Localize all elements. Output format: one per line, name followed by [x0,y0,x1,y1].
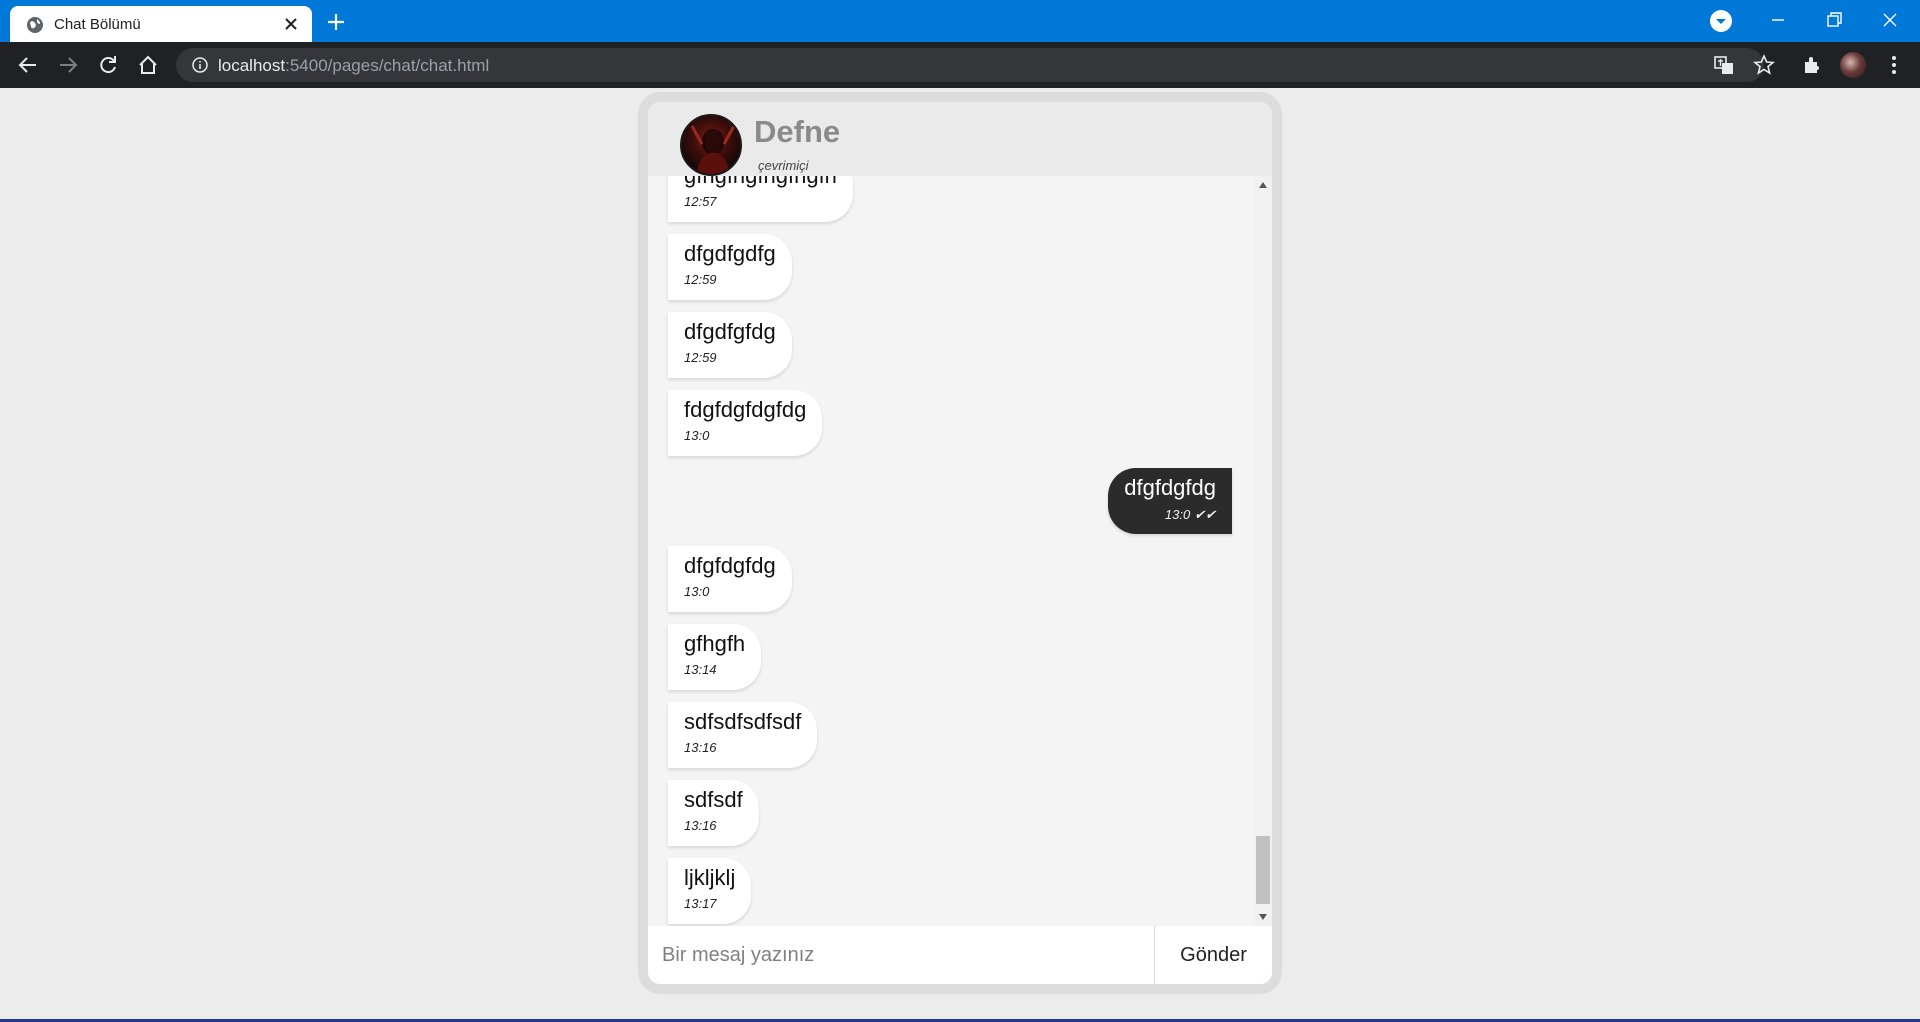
chat-header: Defne çevrimiçi [648,102,1272,176]
incoming-message: dfgdfgdfg 12:59 [668,234,792,300]
scroll-down-arrow-icon[interactable] [1259,914,1267,920]
forward-arrow-icon[interactable] [56,53,80,77]
url-text: localhost:5400/pages/chat/chat.html [218,56,489,76]
message-time: 12:59 [684,272,717,287]
message-time: 13:16 [684,740,717,755]
new-tab-icon[interactable] [324,10,348,34]
message-list[interactable]: gfhgfhgfhgfhgfh 12:57 dfgdfgdfg 12:59 df… [648,176,1272,926]
translate-icon[interactable] [1712,53,1736,77]
message-scrollbar[interactable] [1254,176,1272,926]
outgoing-message: dfgfdgfdg 13:0 ✔✔ [1108,468,1232,534]
message-time: 13:0 [1164,507,1191,522]
incoming-message: dfgfdgfdg 13:0 [668,546,792,612]
bookmark-star-icon[interactable] [1752,53,1776,77]
message-text: ljkljklj [684,865,736,890]
browser-tab[interactable]: Chat Bölümü [10,6,312,42]
message-meta: 13:0 ✔✔ [1124,506,1216,524]
message-time: 13:0 [684,428,710,443]
message-time: 13:0 [684,584,710,599]
message-text: dfgdfgfdg [684,319,776,344]
message-text: sdfsdfsdfsdf [684,709,802,734]
scrollbar-thumb[interactable] [1256,836,1270,904]
message-text: fdgfdgfdgfdg [684,397,807,422]
tab-search-dropdown[interactable] [1710,10,1732,32]
incoming-message: fdgfdgfdgfdg 13:0 [668,390,823,456]
url-path: :5400/pages/chat/chat.html [285,56,490,75]
message-text: dfgfdgfdg [1124,475,1216,500]
send-button[interactable]: Gönder [1154,926,1272,984]
message-time: 12:57 [684,194,717,209]
incoming-message: gfhgfh 13:14 [668,624,762,690]
chat-window: Defne çevrimiçi gfhgfhgfhgfhgfh 12:57 df… [638,92,1282,994]
message-time: 12:59 [684,350,717,365]
extensions-puzzle-icon[interactable] [1800,53,1824,77]
incoming-message: ljkljklj 13:17 [668,858,752,924]
chevron-down-icon [1716,19,1726,24]
incoming-message: dfgdfgfdg 12:59 [668,312,792,378]
contact-avatar[interactable] [680,114,742,176]
message-time: 13:16 [684,818,717,833]
url-host: localhost [218,56,286,75]
incoming-message: gfhgfhgfhgfhgfh 12:57 [668,176,853,222]
message-input[interactable] [648,926,1154,984]
message-text: gfhgfhgfhgfhgfh [684,176,837,189]
profile-avatar[interactable] [1840,52,1866,78]
incoming-message: sdfsdfsdfsdf 13:16 [668,702,818,768]
read-ticks-icon: ✔✔ [1194,507,1216,522]
avatar-image [690,125,736,174]
incoming-message: sdfsdf 13:16 [668,780,759,846]
message-text: dfgdfgdfg [684,241,776,266]
address-bar[interactable]: localhost:5400/pages/chat/chat.html [176,48,1776,82]
message-composer: Gönder [648,926,1272,984]
close-window-icon[interactable] [1878,8,1902,32]
reload-icon[interactable] [96,53,120,77]
globe-icon [27,17,43,33]
browser-titlebar: Chat Bölümü [0,0,1920,42]
minimize-icon[interactable] [1766,8,1790,32]
close-tab-icon[interactable] [280,13,302,35]
contact-status: çevrimiçi [758,158,809,173]
scroll-up-arrow-icon[interactable] [1259,182,1267,188]
browser-toolbar: localhost:5400/pages/chat/chat.html [0,42,1920,88]
message-time: 13:17 [684,896,717,911]
more-menu-icon[interactable] [1882,53,1906,77]
home-icon[interactable] [136,53,160,77]
message-time: 13:14 [684,662,717,677]
page-viewport: Defne çevrimiçi gfhgfhgfhgfhgfh 12:57 df… [0,88,1920,1022]
message-text: dfgfdgfdg [684,553,776,578]
restore-icon[interactable] [1822,8,1846,32]
contact-name: Defne [754,114,841,149]
site-info-icon[interactable] [192,57,208,73]
tab-title: Chat Bölümü [54,16,141,33]
back-arrow-icon[interactable] [16,53,40,77]
message-text: sdfsdf [684,787,743,812]
message-text: gfhgfh [684,631,746,656]
